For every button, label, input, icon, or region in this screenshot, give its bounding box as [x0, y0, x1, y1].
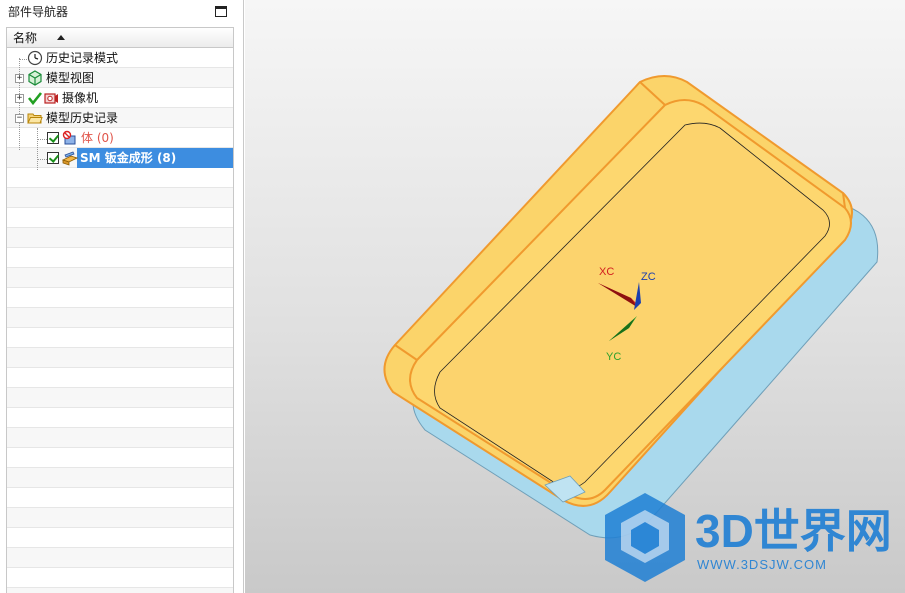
tree-row-background	[7, 408, 233, 428]
panel-title: 部件导航器	[8, 5, 69, 19]
clock-icon	[27, 50, 43, 66]
collapse-minus-icon[interactable]: −	[15, 114, 24, 123]
tree-row-background	[7, 328, 233, 348]
tree-row-background	[7, 388, 233, 408]
tree-row-background	[7, 208, 233, 228]
tree-row-background	[7, 568, 233, 588]
tree-item-cameras[interactable]: + 摄像机	[7, 88, 233, 108]
tree-row-background	[7, 468, 233, 488]
tree-row-background	[7, 368, 233, 388]
tree-item-sm-forming-selected[interactable]: SM 钣金成形 (8)	[7, 148, 233, 168]
model-view-icon	[28, 70, 42, 86]
visibility-checkbox[interactable]	[47, 132, 59, 144]
folder-open-icon	[27, 113, 43, 124]
tree-item-label: 模型视图	[46, 71, 95, 85]
axis-label-zc: ZC	[641, 271, 656, 283]
tree-item-label: 模型历史记录	[46, 111, 119, 125]
tree-row-background	[7, 188, 233, 208]
navigator-tree[interactable]: 名称 历史记录模式 + 模型视图 + 摄像机 − 模型历史记录 体 (0) SM…	[6, 27, 234, 593]
column-header-name[interactable]: 名称	[7, 28, 233, 48]
axis-label-yc: YC	[606, 351, 621, 363]
tree-row-background	[7, 228, 233, 248]
visibility-checkbox[interactable]	[47, 152, 59, 164]
tree-item-label: 摄像机	[62, 91, 99, 105]
tree-item-body[interactable]: 体 (0)	[7, 128, 233, 148]
tree-item-model-views[interactable]: + 模型视图	[7, 68, 233, 88]
tree-item-label: 历史记录模式	[46, 51, 119, 65]
checkmark-icon	[27, 92, 43, 106]
column-header-label: 名称	[13, 31, 38, 45]
tree-row-background	[7, 588, 233, 593]
tree-item-label: SM 钣金成形 (8)	[80, 151, 177, 165]
tree-row-background	[7, 428, 233, 448]
axis-label-xc: XC	[599, 266, 614, 278]
graphics-viewport[interactable]: XC ZC YC 3D世界网 WWW.3DSJW.COM	[245, 0, 905, 593]
camera-icon	[44, 93, 58, 104]
watermark-3dsjw: 3D世界网 WWW.3DSJW.COM	[605, 493, 892, 582]
maximize-icon[interactable]	[215, 6, 227, 17]
tree-row-background	[7, 548, 233, 568]
sheet-metal-icon	[62, 151, 78, 166]
tree-item-label: 体 (0)	[81, 131, 114, 145]
tree-row-background	[7, 268, 233, 288]
tree-row-background	[7, 288, 233, 308]
part-navigator-panel: 部件导航器 名称 历史记录模式 + 模型视图 + 摄像机 − 模型历史记录 体 …	[0, 0, 244, 593]
tree-item-history-mode[interactable]: 历史记录模式	[7, 48, 233, 68]
tree-row-background	[7, 308, 233, 328]
tree-row-background	[7, 448, 233, 468]
tree-row-background	[7, 348, 233, 368]
expand-plus-icon[interactable]: +	[15, 74, 24, 83]
tree-row-background	[7, 508, 233, 528]
tree-row-background	[7, 168, 233, 188]
panel-titlebar: 部件导航器	[0, 0, 243, 24]
watermark-brand-text: 3D世界网	[695, 505, 892, 557]
tree-row-background	[7, 528, 233, 548]
tree-item-model-history[interactable]: − 模型历史记录	[7, 108, 233, 128]
sheet-metal-part-model[interactable]: XC ZC YC 3D世界网 WWW.3DSJW.COM	[245, 0, 905, 593]
sort-ascending-icon[interactable]	[57, 35, 65, 40]
body-feature-icon	[62, 130, 76, 145]
tree-row-background	[7, 248, 233, 268]
tree-row-background	[7, 488, 233, 508]
expand-plus-icon[interactable]: +	[15, 94, 24, 103]
watermark-url-text: WWW.3DSJW.COM	[697, 557, 827, 572]
